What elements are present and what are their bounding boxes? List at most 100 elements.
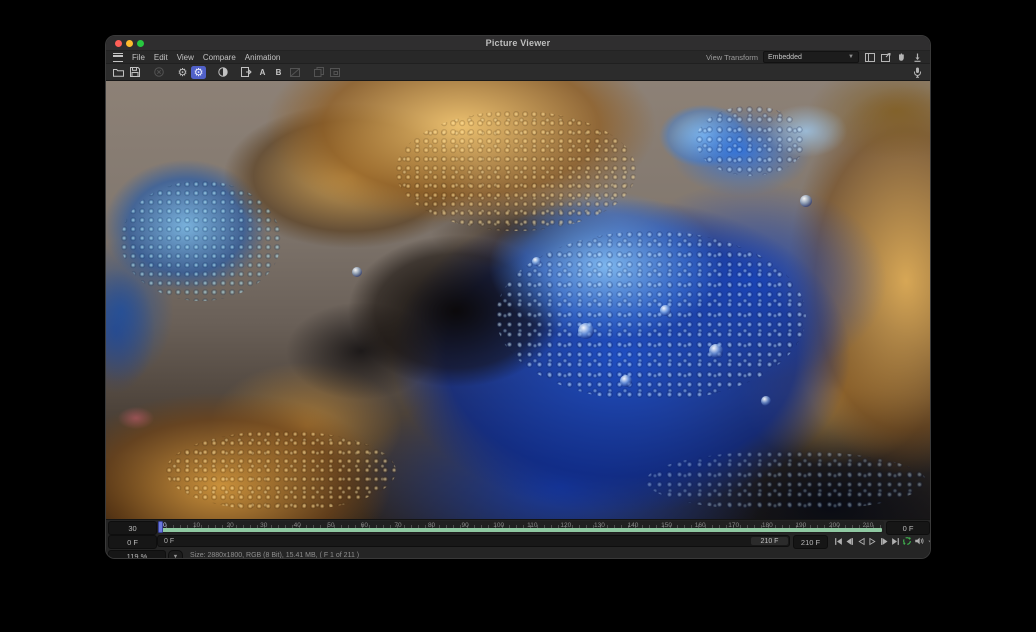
- sound-button[interactable]: [910, 66, 925, 79]
- menu-file[interactable]: File: [132, 53, 145, 62]
- timeline-tick: 200: [829, 522, 840, 529]
- bubble: [532, 257, 541, 266]
- ruler-frame-value: 0 F: [903, 524, 914, 533]
- contrast-icon: [218, 67, 228, 77]
- timeline-tick: 90: [462, 522, 469, 529]
- title-bar[interactable]: Picture Viewer: [106, 36, 930, 51]
- timeline-tick: 180: [762, 522, 773, 529]
- menu-bar: File Edit View Compare Animation View Tr…: [106, 51, 930, 64]
- bubble: [800, 195, 812, 207]
- zoom-level-value: 119 %: [127, 552, 148, 558]
- timeline-tick: 120: [560, 522, 571, 529]
- minimize-button[interactable]: [126, 40, 133, 47]
- goto-end-button[interactable]: [891, 536, 901, 546]
- bubble: [709, 344, 723, 358]
- timeline-tick: 40: [294, 522, 301, 529]
- menu-compare[interactable]: Compare: [203, 53, 236, 62]
- frame-rate-field[interactable]: 30: [108, 521, 157, 535]
- pin-icon[interactable]: [912, 52, 923, 63]
- timeline-tick: 30: [260, 522, 267, 529]
- timeline-tick: 130: [594, 522, 605, 529]
- zoom-window-button[interactable]: [137, 40, 144, 47]
- left-blue-bubbles-overlay: [121, 181, 281, 301]
- view-transform-select[interactable]: Embedded ▼: [763, 51, 859, 63]
- speaker-icon[interactable]: [914, 536, 924, 546]
- hamburger-menu-icon[interactable]: [113, 53, 123, 62]
- timeline-tick: 80: [428, 522, 435, 529]
- zoom-options-button[interactable]: ▼: [168, 550, 183, 558]
- step-forward-button[interactable]: [879, 536, 889, 546]
- open-file-button[interactable]: [111, 66, 126, 79]
- topright-bubbles-overlay: [696, 106, 806, 176]
- hand-icon[interactable]: [896, 52, 907, 63]
- loop-mode-button[interactable]: [902, 536, 912, 546]
- view-transform-label: View Transform: [706, 53, 758, 62]
- picture-viewer-window: Picture Viewer File Edit View Compare An…: [106, 36, 930, 558]
- zoom-level-field[interactable]: 119 %: [108, 550, 166, 558]
- close-button[interactable]: [115, 40, 122, 47]
- gold-bubbles-overlay: [396, 111, 636, 231]
- stop-render-button[interactable]: [151, 66, 166, 79]
- transport-controls: [833, 535, 930, 547]
- play-forward-button[interactable]: [868, 536, 878, 546]
- preview-range-bar: [159, 528, 882, 532]
- center-blue-bubbles-overlay: [496, 231, 806, 401]
- compare-a-button[interactable]: A: [255, 66, 270, 79]
- current-frame-value: 0 F: [127, 538, 138, 547]
- paste-button[interactable]: [327, 66, 342, 79]
- timeline-tick: 20: [227, 522, 234, 529]
- frame-rate-value: 30: [128, 524, 136, 533]
- stop-x-icon: [154, 67, 164, 77]
- filter-settings-button[interactable]: ⚙: [175, 66, 190, 79]
- timeline-tick: 140: [628, 522, 639, 529]
- end-frame-value: 210 F: [801, 538, 820, 547]
- ab-split-button[interactable]: [287, 66, 302, 79]
- range-end-value: 210 F: [761, 538, 779, 545]
- bubble: [660, 305, 671, 316]
- timeline-tick: 10: [193, 522, 200, 529]
- rendered-image-canvas[interactable]: [106, 81, 930, 519]
- chevron-down-icon: ▼: [848, 54, 854, 60]
- traffic-lights: [115, 40, 144, 47]
- play-backward-button[interactable]: [856, 536, 866, 546]
- timeline-tick: 50: [327, 522, 334, 529]
- popout-icon[interactable]: [880, 52, 891, 63]
- timeline-tick: 70: [394, 522, 401, 529]
- bottom-specks-overlay: [646, 451, 926, 511]
- menu-view[interactable]: View: [177, 53, 194, 62]
- contrast-button[interactable]: [215, 66, 230, 79]
- copy-button[interactable]: [311, 66, 326, 79]
- goto-start-button[interactable]: [833, 536, 843, 546]
- menu-animation[interactable]: Animation: [245, 53, 281, 62]
- timeline-tick: 100: [493, 522, 504, 529]
- range-slider[interactable]: 0 F 210 F: [157, 535, 790, 547]
- current-frame-field[interactable]: 0 F: [108, 535, 157, 549]
- paste-icon: [330, 68, 340, 77]
- a-label: A: [260, 68, 266, 77]
- navigator-button[interactable]: [239, 66, 254, 79]
- timeline-tick: 60: [361, 522, 368, 529]
- range-start-label: 0 F: [164, 536, 174, 546]
- compare-b-button[interactable]: B: [271, 66, 286, 79]
- panel-layout-icon[interactable]: [864, 52, 875, 63]
- copy-icon: [314, 67, 324, 77]
- b-label: B: [276, 68, 282, 77]
- bubble: [352, 267, 362, 277]
- playback-options-caret[interactable]: [925, 536, 930, 546]
- timeline-panel: 30 0102030405060708090100110120130140150…: [106, 519, 930, 558]
- view-transform-value: Embedded: [768, 54, 802, 61]
- range-end-handle[interactable]: 210 F: [751, 537, 788, 545]
- image-info-text: Size: 2880x1800, RGB (8 Bit), 15.41 MB, …: [190, 550, 359, 558]
- step-back-button[interactable]: [845, 536, 855, 546]
- timeline-tick: 110: [527, 522, 537, 529]
- bubble: [620, 375, 632, 387]
- end-frame-field[interactable]: 210 F: [793, 535, 828, 549]
- timeline-ruler[interactable]: 0102030405060708090100110120130140150160…: [157, 521, 884, 533]
- ruler-frame-field[interactable]: 0 F: [886, 521, 930, 535]
- ab-split-icon: [290, 68, 300, 77]
- menu-edit[interactable]: Edit: [154, 53, 168, 62]
- bottomleft-bubbles-overlay: [166, 431, 396, 511]
- save-image-button[interactable]: [127, 66, 142, 79]
- timeline-tick: 170: [728, 522, 739, 529]
- display-settings-button[interactable]: ⚙: [191, 66, 206, 79]
